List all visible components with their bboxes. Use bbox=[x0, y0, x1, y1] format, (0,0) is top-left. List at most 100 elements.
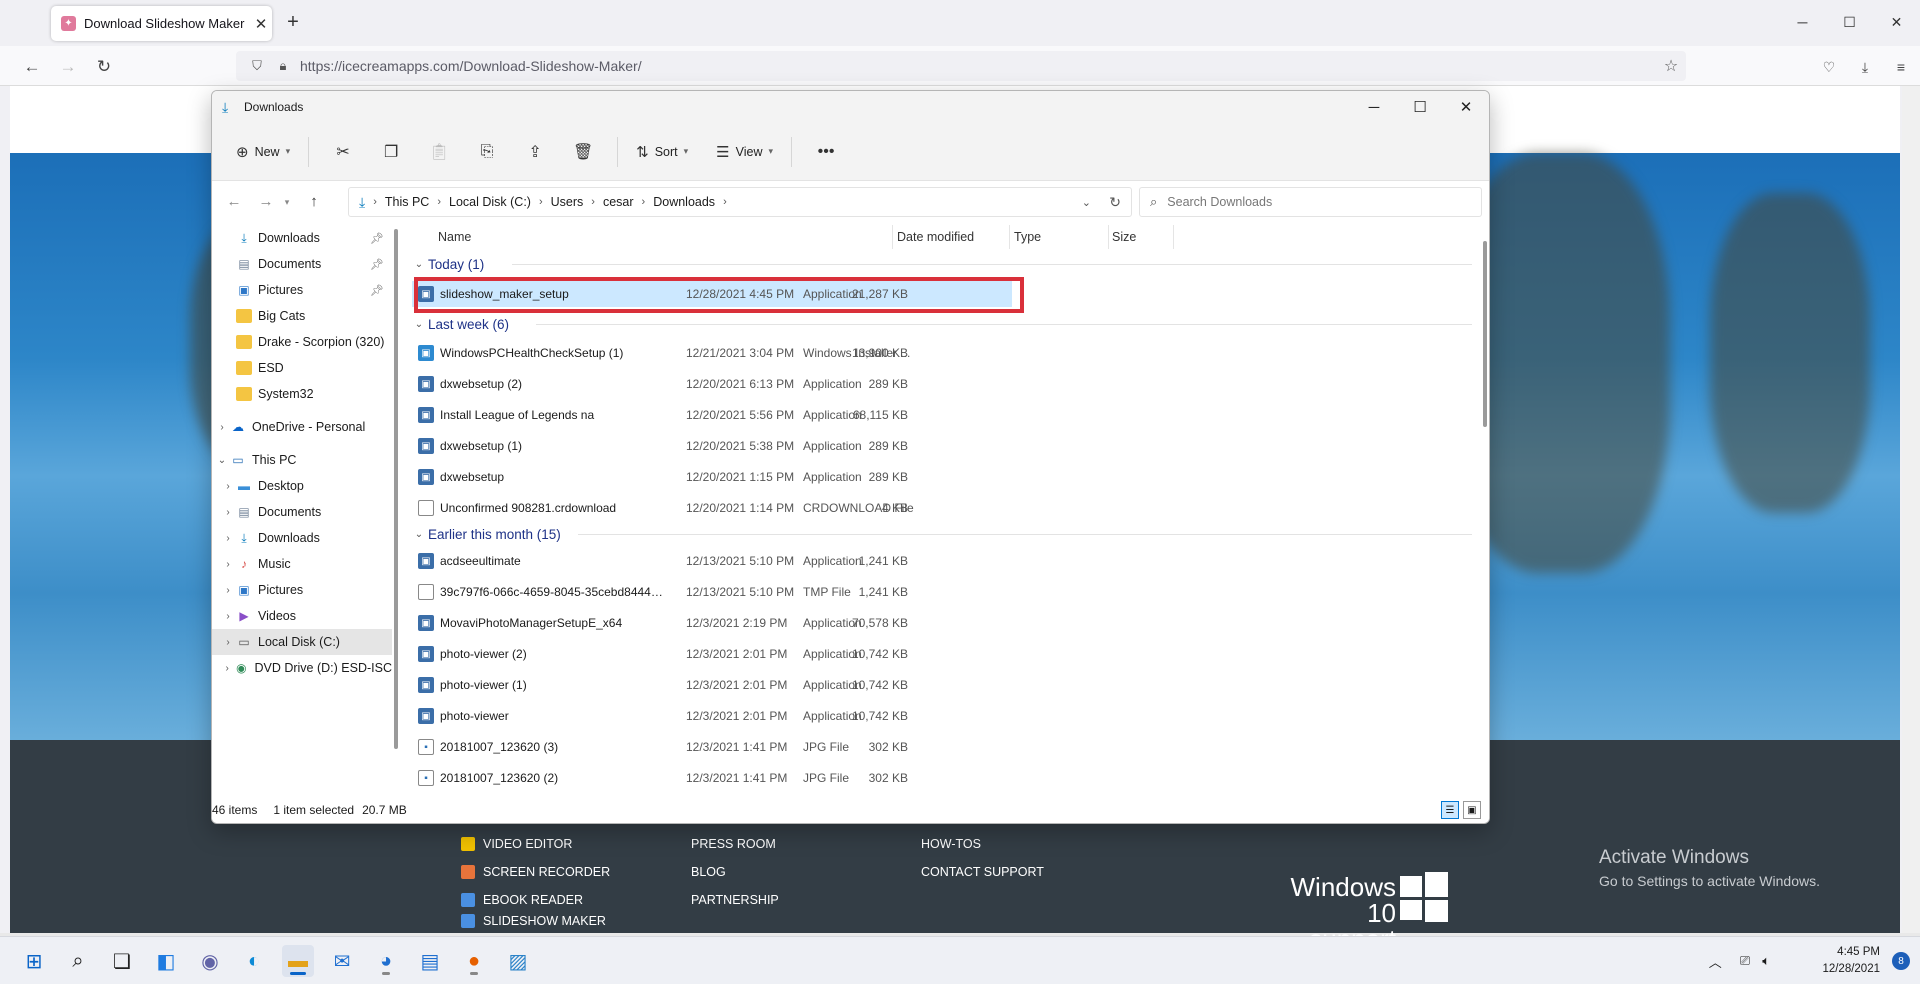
column-header-date[interactable]: Date modified bbox=[897, 223, 974, 251]
file-row[interactable]: ▣ Install League of Legends na 12/20/2021 … bbox=[412, 402, 1012, 428]
expand-chevron-icon[interactable]: ⌄ bbox=[214, 455, 230, 466]
more-options-icon[interactable]: ••• bbox=[802, 136, 850, 168]
expand-chevron-icon[interactable]: › bbox=[220, 533, 236, 544]
file-row[interactable]: ▣ WindowsPCHealthCheckSetup (1) 12/21/2021… bbox=[412, 340, 1012, 366]
chevron-down-icon[interactable]: ⌄ bbox=[1082, 196, 1091, 209]
search-icon[interactable]: ⌕ bbox=[62, 945, 94, 977]
nav-item[interactable]: › ⤓ Downloads bbox=[212, 525, 392, 551]
nav-item[interactable]: System32 bbox=[212, 381, 392, 407]
forward-arrow-icon[interactable]: → bbox=[252, 188, 280, 216]
footer-link[interactable]: SCREEN RECORDER bbox=[461, 858, 610, 886]
copy-icon[interactable]: ❐ bbox=[367, 136, 415, 168]
expand-chevron-icon[interactable]: › bbox=[220, 585, 236, 596]
firefox-icon[interactable]: ● bbox=[458, 945, 490, 977]
edge-icon[interactable]: ◐ bbox=[238, 945, 270, 977]
file-row[interactable]: ▣ photo-viewer (1) 12/3/2021 2:01 PM Applic… bbox=[412, 672, 1012, 698]
page-scrollbar[interactable] bbox=[1902, 86, 1920, 933]
expand-chevron-icon[interactable]: › bbox=[220, 663, 234, 674]
view-button[interactable]: ☰ View ▾ bbox=[708, 136, 781, 168]
back-arrow-icon[interactable]: ← bbox=[220, 188, 248, 216]
paste-icon[interactable]: 📋︎ bbox=[415, 136, 463, 168]
file-row[interactable]: ▣ dxwebsetup 12/20/2021 1:15 PM Application… bbox=[412, 464, 1012, 490]
pocket-icon[interactable]: ♡ bbox=[1818, 56, 1840, 78]
tiles-view-icon[interactable]: ▣ bbox=[1463, 801, 1481, 819]
details-view-icon[interactable]: ☰ bbox=[1441, 801, 1459, 819]
expand-chevron-icon[interactable]: › bbox=[220, 507, 236, 518]
volume-icon[interactable]: 🔈︎ bbox=[1762, 953, 1770, 969]
nav-item[interactable]: › ☁ OneDrive - Personal bbox=[212, 414, 392, 440]
notification-badge[interactable]: 8 bbox=[1892, 952, 1910, 970]
footer-link[interactable]: BLOG bbox=[691, 858, 779, 886]
mail-icon[interactable]: ✉ bbox=[326, 945, 358, 977]
file-row[interactable]: ▣ photo-viewer 12/3/2021 2:01 PM Applicatio… bbox=[412, 703, 1012, 729]
chevron-up-icon[interactable]: ︿ bbox=[1709, 952, 1722, 971]
column-header-size[interactable]: Size bbox=[1112, 223, 1136, 251]
up-arrow-icon[interactable]: ↑ bbox=[300, 188, 328, 216]
cut-icon[interactable]: ✂ bbox=[319, 136, 367, 168]
clock[interactable]: 4:45 PM 12/28/2021 bbox=[1822, 944, 1880, 978]
minimize-button[interactable]: ─ bbox=[1779, 0, 1826, 44]
close-button[interactable]: ✕ bbox=[1443, 91, 1489, 123]
nav-item[interactable]: ⤓ Downloads 📌︎ bbox=[212, 225, 392, 251]
footer-link[interactable]: HOW-TOS bbox=[921, 830, 1044, 858]
column-header-name[interactable]: Name bbox=[438, 223, 471, 251]
file-row[interactable]: Unconfirmed 908281.crdownload 12/20/2021 … bbox=[412, 495, 1012, 521]
search-input[interactable]: ⌕ Search Downloads bbox=[1139, 187, 1482, 217]
breadcrumb-item[interactable]: Users bbox=[551, 195, 584, 209]
shield-icon[interactable]: ⛉ bbox=[248, 58, 266, 74]
browser-tab[interactable]: ✦ Download Slideshow Maker ✕ bbox=[51, 6, 272, 41]
chat-icon[interactable]: ◉ bbox=[194, 945, 226, 977]
footer-link[interactable]: SLIDESHOW MAKER bbox=[461, 914, 610, 928]
rename-icon[interactable]: ⎘ bbox=[463, 136, 511, 168]
tab-close-button[interactable]: ✕ bbox=[250, 15, 272, 33]
lock-icon[interactable]: 🔒︎ bbox=[274, 58, 292, 74]
recent-locations-icon[interactable]: ▾ bbox=[280, 188, 294, 216]
nav-item[interactable]: Big Cats bbox=[212, 303, 392, 329]
group-header[interactable]: ⌄ Last week (6) bbox=[412, 313, 509, 335]
breadcrumb-item[interactable]: Downloads bbox=[653, 195, 715, 209]
footer-link[interactable]: PRESS ROOM bbox=[691, 830, 779, 858]
file-row[interactable]: ▣ MovaviPhotoManagerSetupE_x64 12/3/2021 2… bbox=[412, 610, 1012, 636]
file-row[interactable]: 39c797f6-066c-4659-8045-35cebd8444c1... 1… bbox=[412, 579, 1012, 605]
network-icon[interactable]: ⎚ bbox=[1740, 953, 1750, 969]
delete-icon[interactable]: 🗑︎ bbox=[559, 136, 607, 168]
new-tab-button[interactable]: + bbox=[282, 11, 304, 34]
expand-chevron-icon[interactable]: › bbox=[220, 559, 236, 570]
task-view-icon[interactable]: ❏ bbox=[106, 945, 138, 977]
breadcrumb-item[interactable]: This PC bbox=[385, 195, 429, 209]
widgets-icon[interactable]: ◧ bbox=[150, 945, 182, 977]
nav-item[interactable]: › ▣ Pictures bbox=[212, 577, 392, 603]
file-row[interactable]: ▣ acdseeultimate 12/13/2021 5:10 PM Applica… bbox=[412, 548, 1012, 574]
footer-link[interactable]: VIDEO EDITOR bbox=[461, 830, 610, 858]
footer-link[interactable]: EBOOK READER bbox=[461, 886, 610, 914]
nav-item[interactable]: ▣ Pictures 📌︎ bbox=[212, 277, 392, 303]
back-arrow-icon[interactable]: ← bbox=[20, 55, 44, 79]
expand-chevron-icon[interactable]: › bbox=[220, 481, 236, 492]
nav-item[interactable]: › ▬ Desktop bbox=[212, 473, 392, 499]
nav-item[interactable]: ESD bbox=[212, 355, 392, 381]
footer-link[interactable]: PARTNERSHIP bbox=[691, 886, 779, 914]
nav-scrollbar[interactable] bbox=[392, 223, 400, 795]
expand-chevron-icon[interactable]: › bbox=[220, 611, 236, 622]
minimize-button[interactable]: ─ bbox=[1351, 91, 1397, 123]
file-row[interactable]: ▪ 20181007_123620 (3) 12/3/2021 1:41 PM JPG… bbox=[412, 734, 1012, 760]
reload-icon[interactable]: ↻ bbox=[92, 55, 116, 79]
url-bar[interactable]: ⛉ 🔒︎ https://icecreamapps.com/Download-S… bbox=[236, 51, 1686, 81]
app-icon[interactable]: ◕ bbox=[370, 945, 402, 977]
footer-link[interactable]: CONTACT SUPPORT bbox=[921, 858, 1044, 886]
forward-arrow-icon[interactable]: → bbox=[56, 55, 80, 79]
nav-item[interactable]: › ▤ Documents bbox=[212, 499, 392, 525]
new-button[interactable]: ⊕ New ▾ bbox=[228, 136, 298, 168]
nav-item[interactable]: › ▶ Videos bbox=[212, 603, 392, 629]
refresh-icon[interactable]: ↻ bbox=[1109, 194, 1121, 211]
expand-chevron-icon[interactable]: › bbox=[220, 637, 236, 648]
file-row[interactable]: ▣ dxwebsetup (2) 12/20/2021 6:13 PM Applica… bbox=[412, 371, 1012, 397]
start-icon[interactable]: ⊞ bbox=[18, 945, 50, 977]
share-icon[interactable]: ⇪ bbox=[511, 136, 559, 168]
nav-item[interactable]: Drake - Scorpion (320) bbox=[212, 329, 392, 355]
close-window-button[interactable]: ✕ bbox=[1873, 0, 1920, 44]
nav-item[interactable]: ⌄ ▭ This PC bbox=[212, 447, 392, 473]
address-bar[interactable]: ⤓ › This PC › Local Disk (C:) › Users › … bbox=[348, 187, 1132, 217]
sort-button[interactable]: ⇅ Sort ▾ bbox=[628, 136, 696, 168]
store-icon[interactable]: ▤ bbox=[414, 945, 446, 977]
